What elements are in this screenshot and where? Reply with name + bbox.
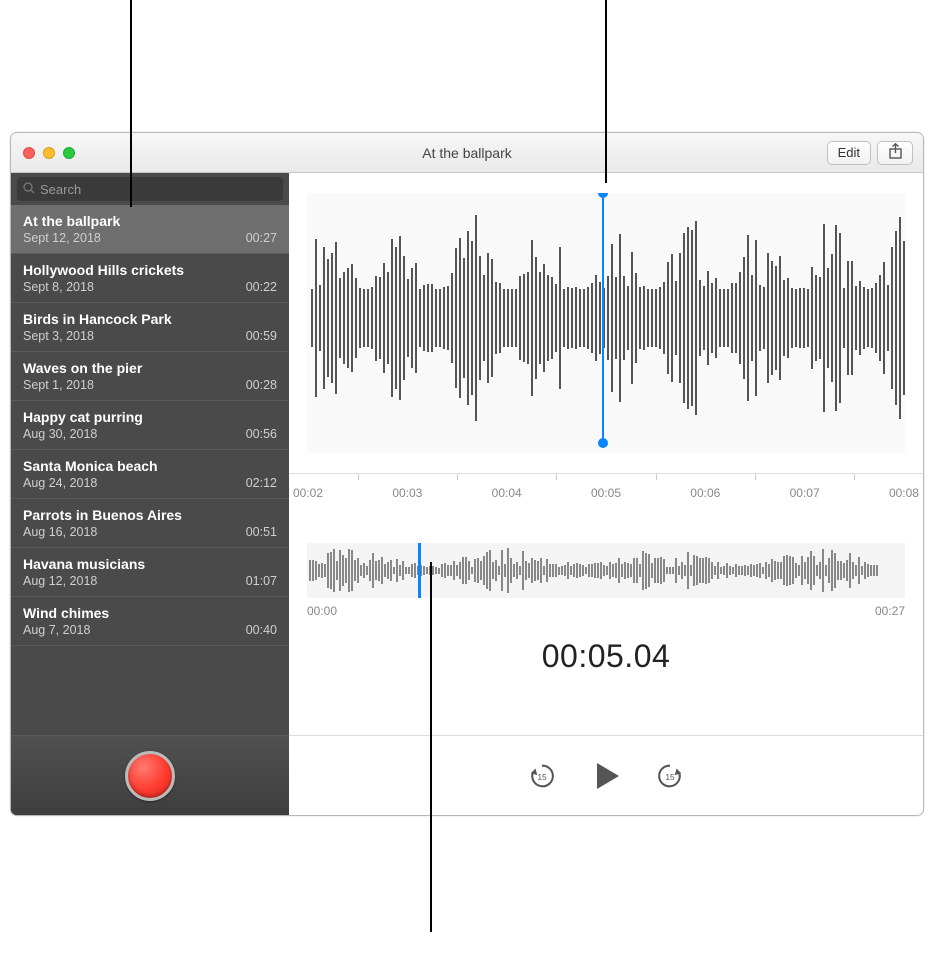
recording-date: Aug 30, 2018	[23, 427, 97, 441]
edit-button[interactable]: Edit	[827, 141, 871, 165]
search-placeholder: Search	[40, 182, 81, 197]
callout-line-bottom	[430, 562, 432, 932]
callout-line-top-left	[130, 0, 132, 207]
recording-duration: 00:27	[246, 231, 277, 245]
ruler-tick-label: 00:05	[591, 486, 621, 500]
search-input[interactable]: Search	[17, 177, 283, 201]
recording-list-item[interactable]: Wind chimes Aug 7, 2018 00:40	[11, 597, 289, 646]
recording-duration: 00:22	[246, 280, 277, 294]
recording-title: Santa Monica beach	[23, 458, 277, 474]
skip-forward-15-button[interactable]: 15	[655, 761, 685, 791]
share-button[interactable]	[877, 141, 913, 165]
recording-date: Aug 12, 2018	[23, 574, 97, 588]
recording-title: Hollywood Hills crickets	[23, 262, 277, 278]
recording-duration: 01:07	[246, 574, 277, 588]
recording-list-item[interactable]: Happy cat purring Aug 30, 2018 00:56	[11, 401, 289, 450]
recording-duration: 00:59	[246, 329, 277, 343]
voice-memos-window: At the ballpark Edit	[10, 132, 924, 816]
overview-start-time: 00:00	[307, 604, 337, 618]
recording-list-item[interactable]: Birds in Hancock Park Sept 3, 2018 00:59	[11, 303, 289, 352]
close-window-button[interactable]	[23, 147, 35, 159]
ruler-tick-label: 00:06	[690, 486, 720, 500]
ruler-tick-label: 00:02	[293, 486, 323, 500]
ruler-tick-label: 00:08	[889, 486, 919, 500]
detail-waveform[interactable]	[307, 193, 905, 453]
recording-duration: 00:51	[246, 525, 277, 539]
recording-date: Sept 3, 2018	[23, 329, 94, 343]
recording-date: Sept 12, 2018	[23, 231, 101, 245]
recording-date: Aug 16, 2018	[23, 525, 97, 539]
recording-title: Birds in Hancock Park	[23, 311, 277, 327]
overview-end-time: 00:27	[875, 604, 905, 618]
recording-title: Happy cat purring	[23, 409, 277, 425]
recording-title: Wind chimes	[23, 605, 277, 621]
playhead-detail[interactable]	[602, 193, 604, 443]
share-icon	[888, 143, 903, 163]
recording-title: Parrots in Buenos Aires	[23, 507, 277, 523]
recording-duration: 00:28	[246, 378, 277, 392]
fullscreen-window-button[interactable]	[63, 147, 75, 159]
recording-date: Sept 8, 2018	[23, 280, 94, 294]
ruler-tick-label: 00:07	[790, 486, 820, 500]
svg-text:15: 15	[537, 771, 547, 781]
traffic-lights	[23, 147, 75, 159]
recording-date: Aug 24, 2018	[23, 476, 97, 490]
recording-date: Aug 7, 2018	[23, 623, 90, 637]
play-button[interactable]	[589, 759, 623, 793]
recording-title: Waves on the pier	[23, 360, 277, 376]
recording-list-item[interactable]: Parrots in Buenos Aires Aug 16, 2018 00:51	[11, 499, 289, 548]
current-time-display: 00:05.04	[289, 638, 923, 675]
recording-list-item[interactable]: At the ballpark Sept 12, 2018 00:27	[11, 205, 289, 254]
svg-text:15: 15	[665, 771, 675, 781]
recordings-sidebar: Search At the ballpark Sept 12, 2018 00:27…	[11, 173, 289, 815]
window-title: At the ballpark	[11, 145, 923, 161]
time-ruler: 00:02 00:03 00:04 00:05 00:06 00:07 00:08	[289, 473, 923, 513]
recording-detail-pane: 00:02 00:03 00:04 00:05 00:06 00:07 00:08 00:0…	[289, 173, 923, 815]
recording-date: Sept 1, 2018	[23, 378, 94, 392]
recording-list-item[interactable]: Waves on the pier Sept 1, 2018 00:28	[11, 352, 289, 401]
recordings-list: At the ballpark Sept 12, 2018 00:27 Hollywo…	[11, 205, 289, 735]
overview-waveform[interactable]	[307, 543, 905, 598]
playback-controls: 15 15	[289, 735, 923, 815]
minimize-window-button[interactable]	[43, 147, 55, 159]
ruler-tick-label: 00:04	[492, 486, 522, 500]
recording-list-item[interactable]: Hollywood Hills crickets Sept 8, 2018 00:2…	[11, 254, 289, 303]
ruler-tick-label: 00:03	[392, 486, 422, 500]
titlebar: At the ballpark Edit	[11, 133, 923, 173]
playhead-overview[interactable]	[418, 543, 421, 598]
callout-line-top-center	[605, 0, 607, 183]
search-icon	[23, 182, 35, 197]
recording-duration: 00:56	[246, 427, 277, 441]
recording-duration: 02:12	[246, 476, 277, 490]
recording-title: At the ballpark	[23, 213, 277, 229]
skip-back-15-button[interactable]: 15	[527, 761, 557, 791]
recording-duration: 00:40	[246, 623, 277, 637]
recording-list-item[interactable]: Havana musicians Aug 12, 2018 01:07	[11, 548, 289, 597]
recording-list-item[interactable]: Santa Monica beach Aug 24, 2018 02:12	[11, 450, 289, 499]
recording-title: Havana musicians	[23, 556, 277, 572]
record-button[interactable]	[125, 751, 175, 801]
